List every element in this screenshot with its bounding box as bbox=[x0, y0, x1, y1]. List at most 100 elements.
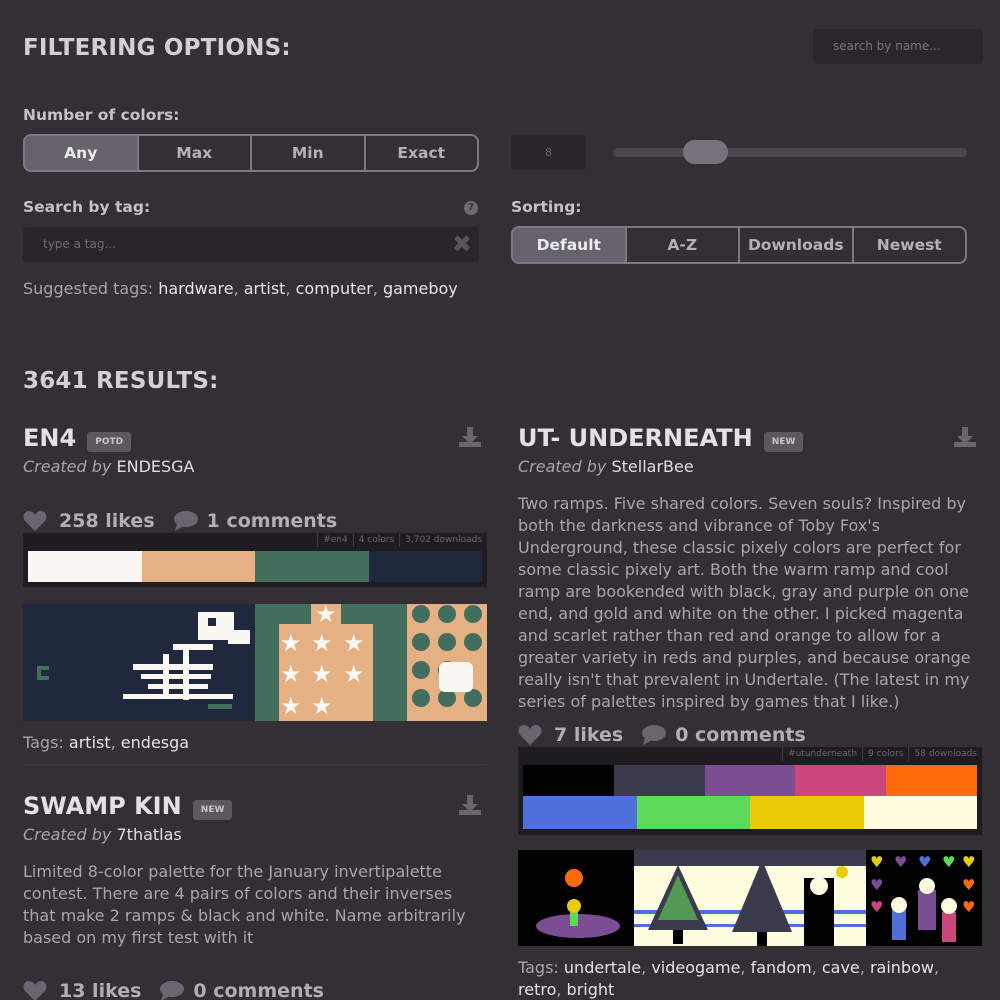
created-by: Created by 7thatlas bbox=[23, 825, 182, 844]
color-swatch[interactable] bbox=[28, 551, 142, 582]
download-icon[interactable] bbox=[457, 425, 483, 449]
num-colors-min-button[interactable]: Min bbox=[250, 136, 364, 170]
new-badge: NEW bbox=[763, 431, 804, 452]
comment-icon[interactable] bbox=[173, 510, 199, 532]
tag-link[interactable]: bright bbox=[567, 980, 615, 999]
svg-text:♥: ♥ bbox=[870, 898, 883, 916]
suggested-tag-link[interactable]: hardware bbox=[158, 279, 233, 298]
card-divider bbox=[23, 764, 487, 765]
potd-badge: POTD bbox=[87, 431, 132, 452]
tag-link[interactable]: retro bbox=[518, 980, 556, 999]
comment-icon[interactable] bbox=[641, 724, 667, 746]
palette-tags: Tags: artist, endesga bbox=[23, 733, 190, 752]
likes-count: 7 likes bbox=[554, 724, 624, 746]
suggested-tag-link[interactable]: artist bbox=[244, 279, 286, 298]
suggested-tags: Suggested tags: hardware, artist, comput… bbox=[23, 279, 458, 298]
likes-row: 7 likes 0 comments bbox=[518, 724, 806, 746]
num-colors-slider-track[interactable] bbox=[613, 148, 967, 157]
sort-default-button[interactable]: Default bbox=[513, 228, 625, 262]
download-icon[interactable] bbox=[457, 793, 483, 817]
color-swatch[interactable] bbox=[368, 551, 482, 582]
color-swatch[interactable] bbox=[636, 796, 750, 829]
color-swatch[interactable] bbox=[523, 765, 614, 796]
color-swatch[interactable] bbox=[141, 551, 255, 582]
tag-link[interactable]: endesga bbox=[121, 733, 189, 752]
palette-title[interactable]: UT- UNDERNEATH bbox=[518, 424, 753, 452]
download-icon[interactable] bbox=[952, 425, 978, 449]
likes-count: 258 likes bbox=[59, 510, 155, 532]
tag-link[interactable]: undertale bbox=[564, 958, 641, 977]
num-colors-exact-button[interactable]: Exact bbox=[363, 136, 478, 170]
palette-title[interactable]: EN4 bbox=[23, 424, 76, 452]
palette-color-count: 9 colors bbox=[862, 747, 908, 761]
author-link[interactable]: StellarBee bbox=[611, 457, 693, 476]
palette-preview-image: ♥ ♥ ♥ ♥ ♥ ♥ ♥ ♥ ♥ bbox=[518, 850, 982, 946]
created-by-prefix: Created by bbox=[518, 457, 607, 476]
svg-text:♥: ♥ bbox=[962, 898, 975, 916]
palette-meta: #utunderneath 9 colors 58 downloads bbox=[782, 747, 982, 761]
comment-icon[interactable] bbox=[159, 980, 185, 1000]
help-icon[interactable]: ? bbox=[464, 201, 478, 215]
swatch-row bbox=[523, 765, 977, 796]
svg-text:♥: ♥ bbox=[870, 853, 883, 871]
svg-text:♥: ♥ bbox=[962, 853, 975, 871]
num-colors-value-input[interactable]: 8 bbox=[511, 135, 586, 170]
tag-link[interactable]: cave bbox=[822, 958, 860, 977]
heart-icon[interactable] bbox=[23, 980, 47, 1000]
color-swatch[interactable] bbox=[750, 796, 864, 829]
color-swatch[interactable] bbox=[523, 796, 637, 829]
suggested-tag-link[interactable]: gameboy bbox=[383, 279, 458, 298]
author-link[interactable]: ENDESGA bbox=[116, 457, 194, 476]
color-swatch[interactable] bbox=[613, 765, 705, 796]
palette-swatches[interactable]: #utunderneath 9 colors 58 downloads bbox=[518, 747, 982, 835]
heart-icon[interactable] bbox=[23, 510, 47, 532]
num-colors-max-button[interactable]: Max bbox=[136, 136, 251, 170]
sort-newest-button[interactable]: Newest bbox=[851, 228, 966, 262]
tag-link[interactable]: rainbow bbox=[870, 958, 934, 977]
palette-description: Limited 8-color palette for the January … bbox=[23, 862, 466, 947]
sort-downloads-button[interactable]: Downloads bbox=[738, 228, 852, 262]
tag-link[interactable]: fandom bbox=[751, 958, 812, 977]
new-badge: NEW bbox=[192, 799, 233, 820]
svg-text:★: ★ bbox=[311, 629, 333, 657]
color-swatch[interactable] bbox=[795, 765, 887, 796]
results-title: 3641 RESULTS: bbox=[23, 368, 219, 394]
clear-icon[interactable]: ✖ bbox=[451, 232, 473, 256]
palette-card-title-row: SWAMP KIN NEW bbox=[23, 792, 233, 820]
heart-icon[interactable] bbox=[518, 724, 542, 746]
svg-text:♥: ♥ bbox=[870, 876, 883, 894]
svg-text:★: ★ bbox=[311, 692, 333, 720]
color-swatch[interactable] bbox=[704, 765, 796, 796]
created-by-prefix: Created by bbox=[23, 825, 112, 844]
color-swatch[interactable] bbox=[255, 551, 369, 582]
svg-text:♥: ♥ bbox=[894, 853, 907, 871]
svg-text:★: ★ bbox=[280, 692, 302, 720]
num-colors-segmented: Any Max Min Exact bbox=[23, 134, 479, 172]
svg-text:★: ★ bbox=[280, 629, 302, 657]
color-swatch[interactable] bbox=[886, 765, 977, 796]
palette-card-title-row: UT- UNDERNEATH NEW bbox=[518, 424, 804, 452]
sort-az-button[interactable]: A-Z bbox=[624, 228, 739, 262]
tag-link[interactable]: videogame bbox=[651, 958, 740, 977]
author-link[interactable]: 7thatlas bbox=[116, 825, 181, 844]
swatch-row bbox=[28, 551, 482, 582]
svg-text:★: ★ bbox=[311, 660, 333, 688]
palette-color-count: 4 colors bbox=[352, 533, 399, 547]
palette-swatches[interactable]: #en4 4 colors 3,702 downloads bbox=[23, 533, 487, 587]
tag-search-input[interactable]: type a tag... bbox=[23, 227, 479, 262]
num-colors-label: Number of colors: bbox=[23, 106, 180, 124]
suggested-tag-link[interactable]: computer bbox=[296, 279, 373, 298]
suggested-tags-label: Suggested tags: bbox=[23, 279, 154, 298]
palette-preview-image: ★ ★ ★ ★ ★ ★ ★ ★ ★ bbox=[23, 604, 487, 721]
num-colors-any-button[interactable]: Any bbox=[25, 136, 137, 170]
tag-link[interactable]: artist bbox=[69, 733, 111, 752]
svg-text:★: ★ bbox=[280, 660, 302, 688]
search-by-name-input[interactable]: search by name... bbox=[813, 29, 983, 64]
svg-text:★: ★ bbox=[343, 629, 365, 657]
palette-title[interactable]: SWAMP KIN bbox=[23, 792, 182, 820]
svg-text:★: ★ bbox=[343, 660, 365, 688]
color-swatch[interactable] bbox=[863, 796, 977, 829]
num-colors-slider-thumb[interactable] bbox=[683, 140, 728, 164]
svg-text:♥: ♥ bbox=[942, 853, 955, 871]
palette-download-count: 3,702 downloads bbox=[399, 533, 487, 547]
